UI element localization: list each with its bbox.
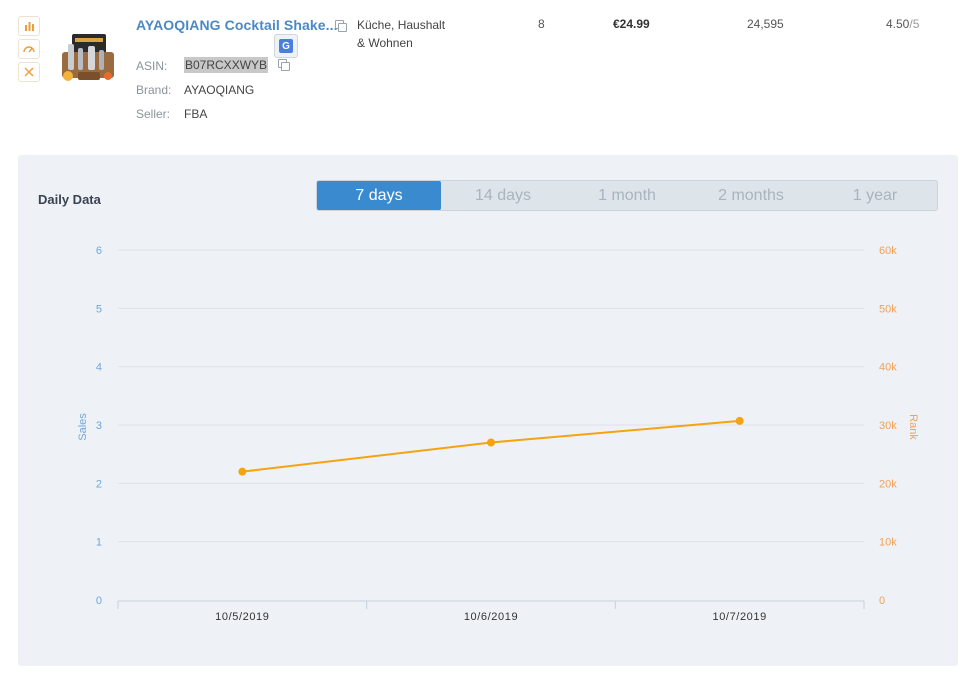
y-right-tick-label: 60k <box>879 245 897 257</box>
seller-label: Seller: <box>136 107 171 121</box>
brand-label: Brand: <box>136 83 172 97</box>
y-left-tick-label: 2 <box>96 478 102 490</box>
asin-label: ASIN: <box>136 59 168 73</box>
copy-title-icon[interactable] <box>335 20 347 32</box>
copy-asin-icon[interactable] <box>278 59 290 71</box>
asin-value: B07RCXXWYB <box>184 57 269 73</box>
rank-data-point <box>735 416 744 425</box>
seller-value: FBA <box>184 107 208 121</box>
daily-data-chart: 0 0 1 10k 2 20k 3 30k 4 40k 5 50k 6 60k 10/5/2019 10/6/… <box>77 245 919 623</box>
y-left-tick-label: 1 <box>96 537 102 549</box>
brand-value: AYAOQIANG <box>184 83 255 97</box>
rank-data-point <box>238 467 247 476</box>
rank-data-point <box>487 438 495 447</box>
y-right-tick-label: 50k <box>879 303 897 315</box>
y-left-tick-label: 6 <box>96 245 102 257</box>
product-image[interactable] <box>58 30 118 86</box>
y-left-axis-title: Sales <box>77 413 89 441</box>
category: Küche, Haushalt & Wohnen <box>357 18 446 50</box>
y-right-tick-label: 40k <box>879 362 897 374</box>
rating-value: 4.50/5 <box>886 17 920 31</box>
y-right-tick-label: 30k <box>879 420 897 432</box>
product-title-link[interactable]: AYAOQIANG Cocktail Shake... <box>136 17 338 33</box>
y-left-tick-label: 0 <box>96 595 102 607</box>
price-value: €24.99 <box>613 17 650 31</box>
x-tick-label: 10/5/2019 <box>215 611 269 623</box>
x-tick-label: 10/6/2019 <box>464 611 518 623</box>
rank-value: 24,595 <box>747 17 784 31</box>
y-left-tick-label: 5 <box>96 303 102 315</box>
y-right-tick-label: 0 <box>879 595 885 607</box>
y-left-tick-label: 4 <box>96 362 102 374</box>
translate-icon[interactable]: G <box>274 34 298 58</box>
x-tick-label: 10/7/2019 <box>712 611 766 623</box>
quantity-value: 8 <box>538 17 545 31</box>
close-icon[interactable] <box>18 62 40 82</box>
daily-data-panel: Daily Data 7 days 14 days 1 month 2 months 1… <box>18 155 958 666</box>
gauge-icon[interactable] <box>18 39 40 59</box>
product-actions <box>18 16 40 85</box>
y-left-tick-label: 3 <box>96 420 102 432</box>
y-right-tick-label: 10k <box>879 537 897 549</box>
bar-chart-icon[interactable] <box>18 16 40 36</box>
y-right-axis-title: Rank <box>907 414 919 440</box>
y-right-tick-label: 20k <box>879 478 897 490</box>
